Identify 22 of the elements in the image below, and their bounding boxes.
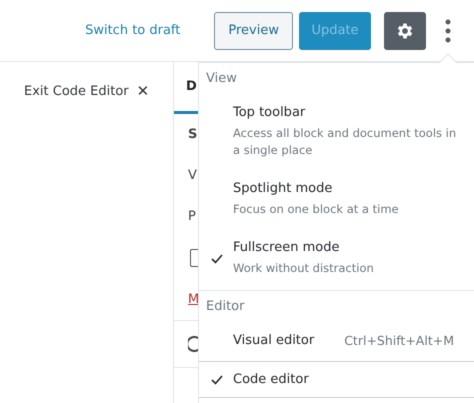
menu-item-description: Focus on one block at a time bbox=[233, 201, 400, 218]
menu-group-title: View bbox=[205, 71, 238, 88]
sidebar-text: P bbox=[188, 208, 196, 226]
menu-item[interactable]: Top toolbar bbox=[233, 105, 306, 120]
settings-button[interactable] bbox=[384, 12, 426, 50]
panel-heading: S bbox=[188, 126, 198, 144]
menu-item-description: Work without distraction bbox=[233, 260, 375, 277]
menu-item[interactable]: Code editor bbox=[233, 372, 309, 387]
keyboard-shortcut: Ctrl+Shift+Alt+M bbox=[344, 333, 454, 348]
kebab-menu-icon bbox=[445, 18, 451, 42]
sidebar-link[interactable]: M bbox=[188, 279, 200, 320]
settings-icon bbox=[395, 20, 415, 40]
menu-item-description: Access all block and document tools in a single place bbox=[233, 125, 458, 159]
exit-code-editor-button[interactable]: Exit Code Editor ✕ bbox=[24, 82, 150, 100]
preview-button[interactable]: Preview bbox=[214, 12, 293, 50]
menu-item[interactable]: Spotlight mode bbox=[233, 181, 332, 196]
menu-item[interactable]: Fullscreen mode bbox=[233, 240, 340, 255]
switch-to-draft-link[interactable]: Switch to draft bbox=[85, 23, 192, 38]
sidebar-text: V bbox=[188, 167, 197, 185]
menu-group-title: Editor bbox=[205, 299, 246, 316]
close-icon: ✕ bbox=[136, 82, 150, 100]
menu-item[interactable]: Visual editor bbox=[233, 333, 314, 348]
